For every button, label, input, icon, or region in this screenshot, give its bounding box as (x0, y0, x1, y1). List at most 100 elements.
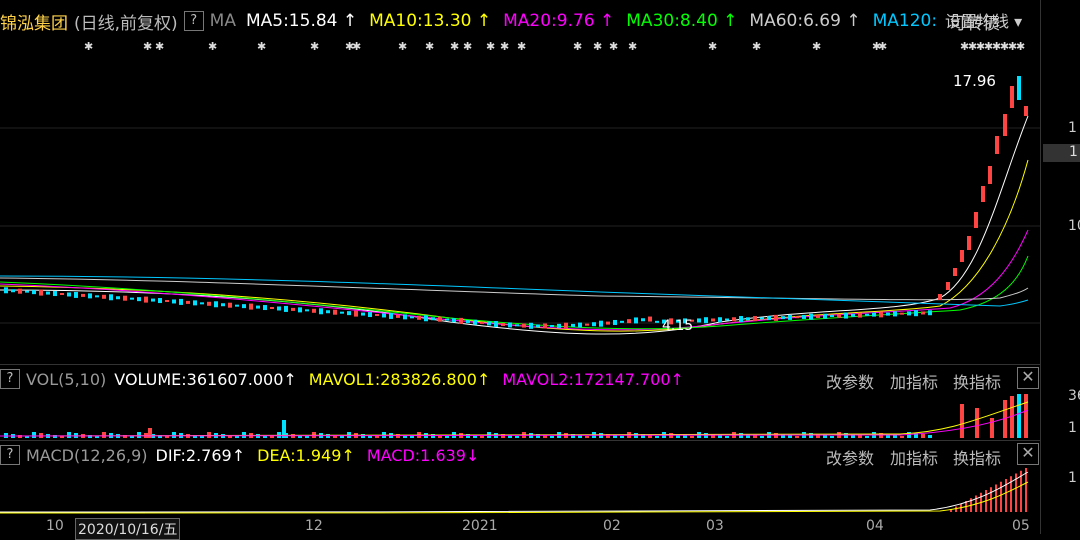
volume-bar (921, 434, 925, 438)
candle (550, 324, 554, 327)
vol-switch-indicator-button[interactable]: 换指标 (953, 369, 1001, 393)
help-icon[interactable]: ? (183, 11, 204, 31)
volume-bar (515, 436, 519, 438)
candle (886, 312, 890, 316)
candle (473, 319, 477, 325)
candle (123, 295, 127, 301)
candle (368, 312, 372, 318)
candle (816, 314, 820, 318)
mavol2-arrow: ↑ (670, 369, 684, 389)
x-axis-label: 05 (1012, 518, 1030, 534)
volume-bar (900, 436, 904, 438)
candle (88, 293, 92, 299)
macd-close-button[interactable]: ✕ (1017, 443, 1039, 465)
candle (347, 311, 351, 316)
ma-settings-button[interactable]: 设置均线 ▾ (945, 8, 1022, 32)
candle (739, 316, 743, 323)
candle (921, 311, 925, 315)
candle (25, 290, 29, 293)
vol-close-button[interactable]: ✕ (1017, 367, 1039, 389)
volume-bar (975, 408, 979, 438)
vol-params-button[interactable]: 改参数 (826, 369, 874, 393)
volume-bar (375, 436, 379, 438)
candle (39, 289, 43, 296)
candle (571, 323, 575, 327)
volume-bar (18, 435, 22, 438)
volume-bar (655, 436, 659, 438)
candle (529, 322, 533, 329)
x-axis-label: 12 (305, 518, 323, 534)
candle (599, 320, 603, 327)
candle (967, 236, 971, 250)
candle (543, 323, 547, 329)
candle (74, 291, 78, 298)
x-axis-label: 10 (46, 518, 64, 534)
candle (375, 314, 379, 316)
candle (592, 322, 596, 327)
macd-switch-indicator-button[interactable]: 换指标 (953, 445, 1001, 469)
volume-bar (32, 432, 36, 438)
price-chart[interactable] (0, 36, 1040, 364)
dif-line (0, 471, 1029, 513)
volume-bar (305, 436, 309, 438)
volume-bar (480, 436, 484, 438)
candle (361, 312, 365, 316)
candle (946, 282, 950, 290)
volume-bar (172, 432, 176, 438)
candle (193, 300, 197, 306)
candle (697, 318, 701, 323)
candle (340, 311, 344, 314)
macd-params-button[interactable]: 改参数 (826, 445, 874, 469)
macd-chart[interactable] (0, 468, 1040, 516)
macd-title: MACD(12,26,9) (26, 445, 148, 465)
candle (767, 316, 771, 321)
candle (1010, 86, 1014, 108)
divider (0, 440, 1040, 441)
candle (32, 290, 36, 295)
candle (249, 303, 253, 310)
macd-panel-header: ? MACD(12,26,9) DIF:2.769 ↑ DEA:1.949 ↑ … (0, 443, 479, 467)
candle (221, 303, 225, 307)
vol-scale-label: 1 (1068, 420, 1077, 436)
candle (165, 300, 169, 302)
candle (938, 294, 942, 300)
scale-label: 1 (1068, 120, 1077, 136)
volume-bar (1024, 394, 1028, 438)
candle (830, 315, 834, 317)
candle (256, 305, 260, 309)
vol-add-indicator-button[interactable]: 加指标 (890, 369, 938, 393)
candle (809, 313, 813, 320)
macd-arrow: ↓ (465, 445, 480, 465)
volume-bar (148, 428, 152, 438)
candle (1024, 106, 1028, 116)
volume-bar (137, 432, 141, 438)
volume-bar (585, 436, 589, 438)
candle (501, 323, 505, 327)
candle (382, 313, 386, 318)
candle (130, 297, 134, 300)
ma-value: MA5:15.84 ↑ (245, 11, 358, 31)
volume-chart[interactable] (0, 392, 1040, 438)
candle (953, 268, 957, 276)
candle (851, 313, 855, 317)
macd-help-icon[interactable]: ? (0, 445, 20, 465)
stock-name[interactable]: 锦泓集团 (0, 9, 68, 34)
volume-bar (620, 436, 624, 438)
volume-bar (270, 436, 274, 438)
candle (515, 324, 519, 327)
candle (277, 306, 281, 311)
candle (396, 314, 400, 318)
vol-help-icon[interactable]: ? (0, 369, 20, 389)
volume-bar (725, 436, 729, 438)
macd-add-indicator-button[interactable]: 加指标 (890, 445, 938, 469)
candle (837, 313, 841, 318)
divider (0, 364, 1040, 365)
candle (781, 316, 785, 320)
candle (704, 317, 708, 324)
candle (634, 317, 638, 324)
candle (620, 320, 624, 323)
candle (627, 319, 631, 324)
ma-list: MA5:15.84 ↑ MA10:13.30 ↑ MA20:9.76 ↑ MA30:8… (246, 11, 949, 31)
candle (459, 317, 463, 324)
macd-value: MACD:1.639 (366, 445, 466, 465)
